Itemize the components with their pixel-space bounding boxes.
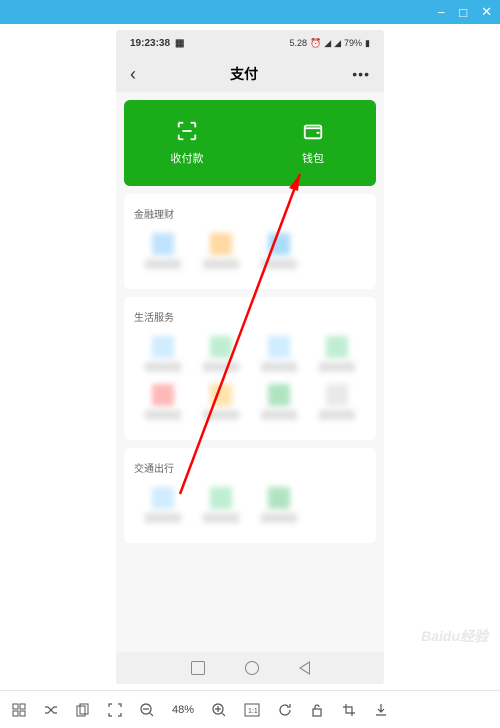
service-label bbox=[145, 410, 181, 420]
signal-icon: ◢ bbox=[324, 38, 331, 49]
service-icon bbox=[268, 384, 290, 406]
alarm-icon: ⏰ bbox=[310, 38, 321, 49]
grid-item[interactable] bbox=[250, 384, 308, 420]
service-label bbox=[261, 259, 297, 269]
service-icon bbox=[152, 384, 174, 406]
viewer-toolbar: 48% 1:1 bbox=[0, 690, 500, 728]
grid-item[interactable] bbox=[192, 336, 250, 372]
service-label bbox=[319, 362, 355, 372]
watermark: Baidu经验 bbox=[421, 626, 488, 646]
calendar-icon: ▦ bbox=[175, 38, 184, 49]
grid-item[interactable] bbox=[308, 336, 366, 372]
grid-item[interactable] bbox=[192, 384, 250, 420]
grid-item[interactable] bbox=[134, 336, 192, 372]
window-titlebar: − □ ✕ bbox=[0, 0, 500, 24]
phone-screenshot: 19:23:38 ▦ 5.28 ⏰ ◢ ◢ 79% ▮ ‹ 支付 ••• bbox=[116, 30, 384, 684]
fullscreen-icon[interactable] bbox=[108, 703, 122, 717]
service-label bbox=[261, 410, 297, 420]
copy-icon[interactable] bbox=[76, 703, 90, 717]
download-icon[interactable] bbox=[374, 703, 388, 717]
service-label bbox=[203, 362, 239, 372]
pay-receive-button[interactable]: 收付款 bbox=[124, 100, 250, 186]
zoom-out-icon[interactable] bbox=[140, 703, 154, 717]
service-label bbox=[319, 410, 355, 420]
service-label bbox=[261, 362, 297, 372]
grid-item[interactable] bbox=[192, 487, 250, 523]
phone-nav-bar bbox=[116, 652, 384, 684]
qr-scan-icon bbox=[175, 120, 199, 142]
service-label bbox=[145, 362, 181, 372]
viewer-content: 19:23:38 ▦ 5.28 ⏰ ◢ ◢ 79% ▮ ‹ 支付 ••• bbox=[0, 24, 500, 690]
status-date: 5.28 bbox=[289, 38, 307, 48]
grid-item[interactable] bbox=[250, 233, 308, 269]
service-icon bbox=[326, 384, 348, 406]
service-icon bbox=[210, 487, 232, 509]
wifi-icon: ◢ bbox=[334, 38, 341, 49]
home-button[interactable] bbox=[245, 661, 259, 675]
service-icon bbox=[152, 487, 174, 509]
more-button[interactable]: ••• bbox=[352, 66, 370, 82]
grid-item[interactable] bbox=[250, 487, 308, 523]
close-button[interactable]: ✕ bbox=[481, 4, 492, 20]
service-icon bbox=[326, 336, 348, 358]
service-icon bbox=[210, 384, 232, 406]
wallet-label: 钱包 bbox=[302, 150, 324, 166]
wallet-button[interactable]: 钱包 bbox=[250, 100, 376, 186]
status-time: 19:23:38 bbox=[130, 38, 170, 49]
phone-status-bar: 19:23:38 ▦ 5.28 ⏰ ◢ ◢ 79% ▮ bbox=[116, 30, 384, 56]
service-label bbox=[203, 410, 239, 420]
lock-icon[interactable] bbox=[310, 703, 324, 717]
recent-apps-button[interactable] bbox=[191, 661, 205, 675]
service-icon bbox=[268, 336, 290, 358]
section-card: 生活服务 bbox=[124, 297, 376, 440]
grid-item[interactable] bbox=[308, 384, 366, 420]
service-icon bbox=[268, 487, 290, 509]
phone-back-button[interactable] bbox=[299, 661, 310, 675]
section-title: 生活服务 bbox=[134, 309, 366, 324]
wallet-icon bbox=[301, 120, 325, 142]
service-icon bbox=[152, 336, 174, 358]
back-button[interactable]: ‹ bbox=[130, 64, 136, 85]
shuffle-icon[interactable] bbox=[44, 703, 58, 717]
service-label bbox=[203, 259, 239, 269]
service-label bbox=[203, 513, 239, 523]
payment-actions-card: 收付款 钱包 bbox=[124, 100, 376, 186]
zoom-level: 48% bbox=[172, 704, 194, 716]
grid-item[interactable] bbox=[134, 384, 192, 420]
crop-icon[interactable] bbox=[342, 703, 356, 717]
grid-item[interactable] bbox=[250, 336, 308, 372]
grid-item[interactable] bbox=[134, 487, 192, 523]
section-card: 交通出行 bbox=[124, 448, 376, 543]
service-label bbox=[145, 259, 181, 269]
grid-item[interactable] bbox=[192, 233, 250, 269]
section-title: 金融理财 bbox=[134, 206, 366, 221]
service-icon bbox=[152, 233, 174, 255]
battery-icon: ▮ bbox=[365, 38, 370, 49]
service-label bbox=[261, 513, 297, 523]
service-icon bbox=[210, 233, 232, 255]
page-title: 支付 bbox=[230, 64, 258, 84]
section-card: 金融理财 bbox=[124, 194, 376, 289]
svg-text:1:1: 1:1 bbox=[248, 708, 258, 715]
maximize-button[interactable]: □ bbox=[459, 5, 467, 20]
grid-item[interactable] bbox=[134, 233, 192, 269]
service-icon bbox=[210, 336, 232, 358]
grid-view-icon[interactable] bbox=[12, 703, 26, 717]
service-label bbox=[145, 513, 181, 523]
page-header: ‹ 支付 ••• bbox=[116, 56, 384, 92]
battery-percent: 79% bbox=[344, 38, 362, 48]
pay-receive-label: 收付款 bbox=[171, 150, 204, 166]
actual-size-icon[interactable]: 1:1 bbox=[244, 703, 260, 717]
section-title: 交通出行 bbox=[134, 460, 366, 475]
minimize-button[interactable]: − bbox=[438, 5, 446, 20]
zoom-in-icon[interactable] bbox=[212, 703, 226, 717]
rotate-icon[interactable] bbox=[278, 703, 292, 717]
service-icon bbox=[268, 233, 290, 255]
